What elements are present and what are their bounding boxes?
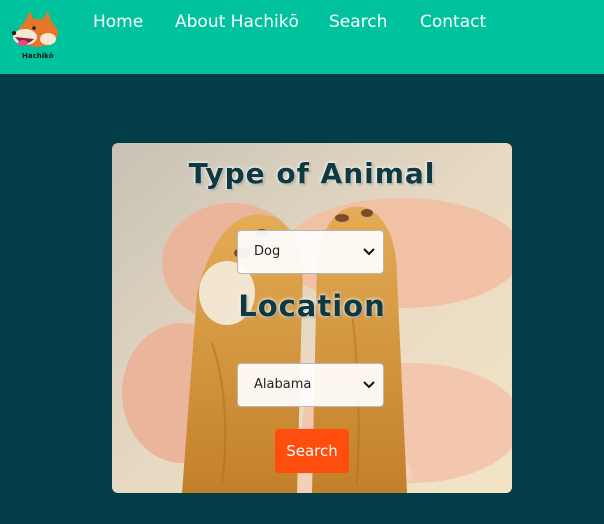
- search-card: Type of Animal Dog Location Alabama Sear…: [112, 143, 512, 493]
- nav-link-contact[interactable]: Contact: [420, 12, 486, 32]
- animal-type-select[interactable]: Dog: [237, 230, 384, 274]
- shiba-dog-head-icon: [11, 11, 58, 47]
- location-select[interactable]: Alabama: [237, 363, 384, 407]
- nav-link-search[interactable]: Search: [329, 12, 387, 32]
- animal-type-selected-value: Dog: [254, 244, 281, 259]
- chevron-down-icon: [363, 248, 375, 256]
- nav-link-about[interactable]: About Hachikō: [175, 12, 299, 32]
- hachiko-logo[interactable]: Hachikō: [10, 9, 62, 63]
- logo-text: Hachikō: [22, 52, 54, 60]
- chevron-down-icon: [363, 381, 375, 389]
- location-selected-value: Alabama: [254, 377, 312, 392]
- top-navigation-bar: Hachikō Home About Hachikō Search Contac…: [0, 0, 604, 74]
- location-heading: Location: [238, 289, 386, 323]
- animal-type-heading: Type of Animal: [188, 157, 436, 190]
- search-button[interactable]: Search: [275, 429, 349, 473]
- nav-link-home[interactable]: Home: [93, 12, 143, 32]
